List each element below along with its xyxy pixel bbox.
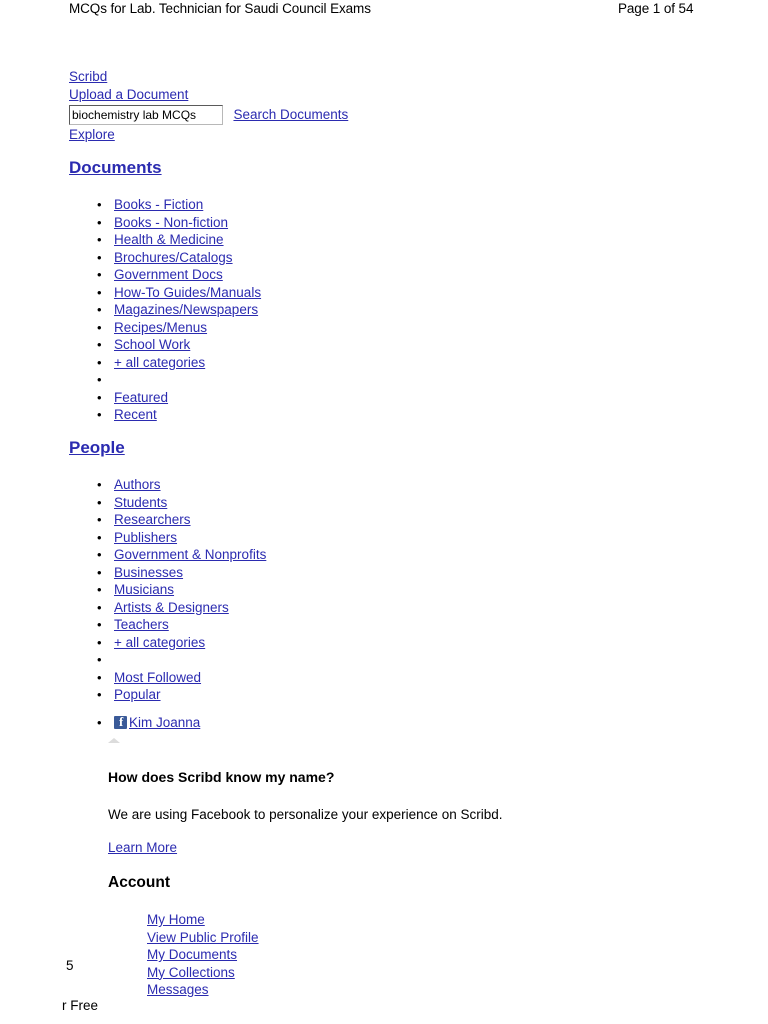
documents-link[interactable]: Recipes/Menus: [114, 320, 207, 335]
list-item[interactable]: My Home: [147, 911, 259, 929]
documents-link[interactable]: Featured: [114, 390, 168, 405]
document-running-header: MCQs for Lab. Technician for Saudi Counc…: [0, 0, 768, 22]
list-item[interactable]: Publishers: [97, 529, 266, 547]
site-top-nav: Scribd Upload a Document Search Document…: [69, 68, 669, 144]
list-item[interactable]: Students: [97, 494, 266, 512]
people-link[interactable]: Authors: [114, 477, 161, 492]
list-item[interactable]: Brochures/Catalogs: [97, 249, 261, 267]
page-number-label: Page 1 of 54: [618, 1, 694, 16]
people-link[interactable]: Popular: [114, 687, 161, 702]
documents-link[interactable]: Magazines/Newspapers: [114, 302, 258, 317]
documents-link[interactable]: Government Docs: [114, 267, 223, 282]
facebook-learn-more-link-wrap: Learn More: [108, 840, 177, 855]
people-category-list: Authors Students Researchers Publishers Gove…: [97, 476, 266, 704]
learn-more-link[interactable]: Learn More: [108, 840, 177, 855]
people-link[interactable]: Students: [114, 495, 167, 510]
people-link[interactable]: Artists & Designers: [114, 600, 229, 615]
clipped-number-fragment: 5: [66, 958, 74, 973]
people-link[interactable]: Businesses: [114, 565, 183, 580]
scribd-home-link[interactable]: Scribd: [69, 69, 107, 84]
documents-link[interactable]: Brochures/Catalogs: [114, 250, 233, 265]
list-item[interactable]: Magazines/Newspapers: [97, 301, 261, 319]
documents-category-list: Books - Fiction Books - Non-fiction Health…: [97, 196, 261, 424]
documents-section-heading[interactable]: Documents: [69, 158, 162, 178]
list-item[interactable]: Most Followed: [97, 669, 266, 687]
user-name-link[interactable]: Kim Joanna: [129, 715, 200, 730]
people-link[interactable]: Musicians: [114, 582, 174, 597]
list-item[interactable]: How-To Guides/Manuals: [97, 284, 261, 302]
list-item[interactable]: Messages: [147, 981, 259, 999]
account-link-list: My Home View Public Profile My Documents My…: [147, 911, 259, 999]
account-link[interactable]: Messages: [147, 982, 209, 997]
documents-link[interactable]: School Work: [114, 337, 190, 352]
list-item[interactable]: Teachers: [97, 616, 266, 634]
people-section-heading[interactable]: People: [69, 438, 125, 458]
people-link[interactable]: Publishers: [114, 530, 177, 545]
documents-link[interactable]: How-To Guides/Manuals: [114, 285, 261, 300]
facebook-note-title: How does Scribd know my name?: [108, 769, 335, 785]
search-row: Search Documents: [69, 104, 669, 126]
account-section-heading: Account: [108, 874, 170, 891]
account-link[interactable]: View Public Profile: [147, 930, 259, 945]
list-item[interactable]: Recent: [97, 406, 261, 424]
people-link[interactable]: Teachers: [114, 617, 169, 632]
facebook-note-body: We are using Facebook to personalize you…: [108, 807, 503, 822]
user-account-list: Kim Joanna: [97, 714, 200, 732]
list-item[interactable]: View Public Profile: [147, 929, 259, 947]
documents-link[interactable]: Books - Fiction: [114, 197, 203, 212]
documents-link[interactable]: + all categories: [114, 355, 205, 370]
tooltip-caret-up-icon: [108, 738, 120, 743]
list-item: [97, 371, 261, 389]
list-item[interactable]: Researchers: [97, 511, 266, 529]
list-item[interactable]: Authors: [97, 476, 266, 494]
people-link[interactable]: Most Followed: [114, 670, 201, 685]
nav-line-scribd: Scribd: [69, 68, 669, 86]
list-item[interactable]: My Collections: [147, 964, 259, 982]
explore-link[interactable]: Explore: [69, 127, 115, 142]
list-item[interactable]: Health & Medicine: [97, 231, 261, 249]
documents-link[interactable]: Books - Non-fiction: [114, 215, 228, 230]
list-item[interactable]: + all categories: [97, 634, 266, 652]
upload-document-link[interactable]: Upload a Document: [69, 87, 188, 102]
nav-line-explore: Explore: [69, 126, 669, 144]
list-item[interactable]: Musicians: [97, 581, 266, 599]
list-item[interactable]: Books - Non-fiction: [97, 214, 261, 232]
list-item[interactable]: Artists & Designers: [97, 599, 266, 617]
list-item[interactable]: School Work: [97, 336, 261, 354]
account-link[interactable]: My Collections: [147, 965, 235, 980]
search-documents-button[interactable]: Search Documents: [233, 104, 348, 126]
list-item[interactable]: Featured: [97, 389, 261, 407]
people-link[interactable]: Government & Nonprofits: [114, 547, 266, 562]
people-link[interactable]: + all categories: [114, 635, 205, 650]
list-item[interactable]: Government Docs: [97, 266, 261, 284]
list-item: [97, 651, 266, 669]
search-input[interactable]: [69, 105, 223, 125]
list-item[interactable]: + all categories: [97, 354, 261, 372]
documents-link[interactable]: Health & Medicine: [114, 232, 224, 247]
documents-link[interactable]: Recent: [114, 407, 157, 422]
document-page: MCQs for Lab. Technician for Saudi Counc…: [0, 0, 768, 1024]
list-item[interactable]: My Documents: [147, 946, 259, 964]
nav-line-upload: Upload a Document: [69, 86, 669, 104]
list-item[interactable]: Books - Fiction: [97, 196, 261, 214]
list-item[interactable]: Businesses: [97, 564, 266, 582]
people-link[interactable]: Researchers: [114, 512, 191, 527]
list-item[interactable]: Recipes/Menus: [97, 319, 261, 337]
facebook-f-icon: [114, 714, 127, 729]
account-link[interactable]: My Home: [147, 912, 205, 927]
list-item[interactable]: Popular: [97, 686, 266, 704]
account-link[interactable]: My Documents: [147, 947, 237, 962]
list-item[interactable]: Government & Nonprofits: [97, 546, 266, 564]
clipped-free-fragment: r Free: [62, 998, 99, 1013]
document-title: MCQs for Lab. Technician for Saudi Counc…: [69, 1, 371, 16]
list-item-user[interactable]: Kim Joanna: [97, 714, 200, 732]
